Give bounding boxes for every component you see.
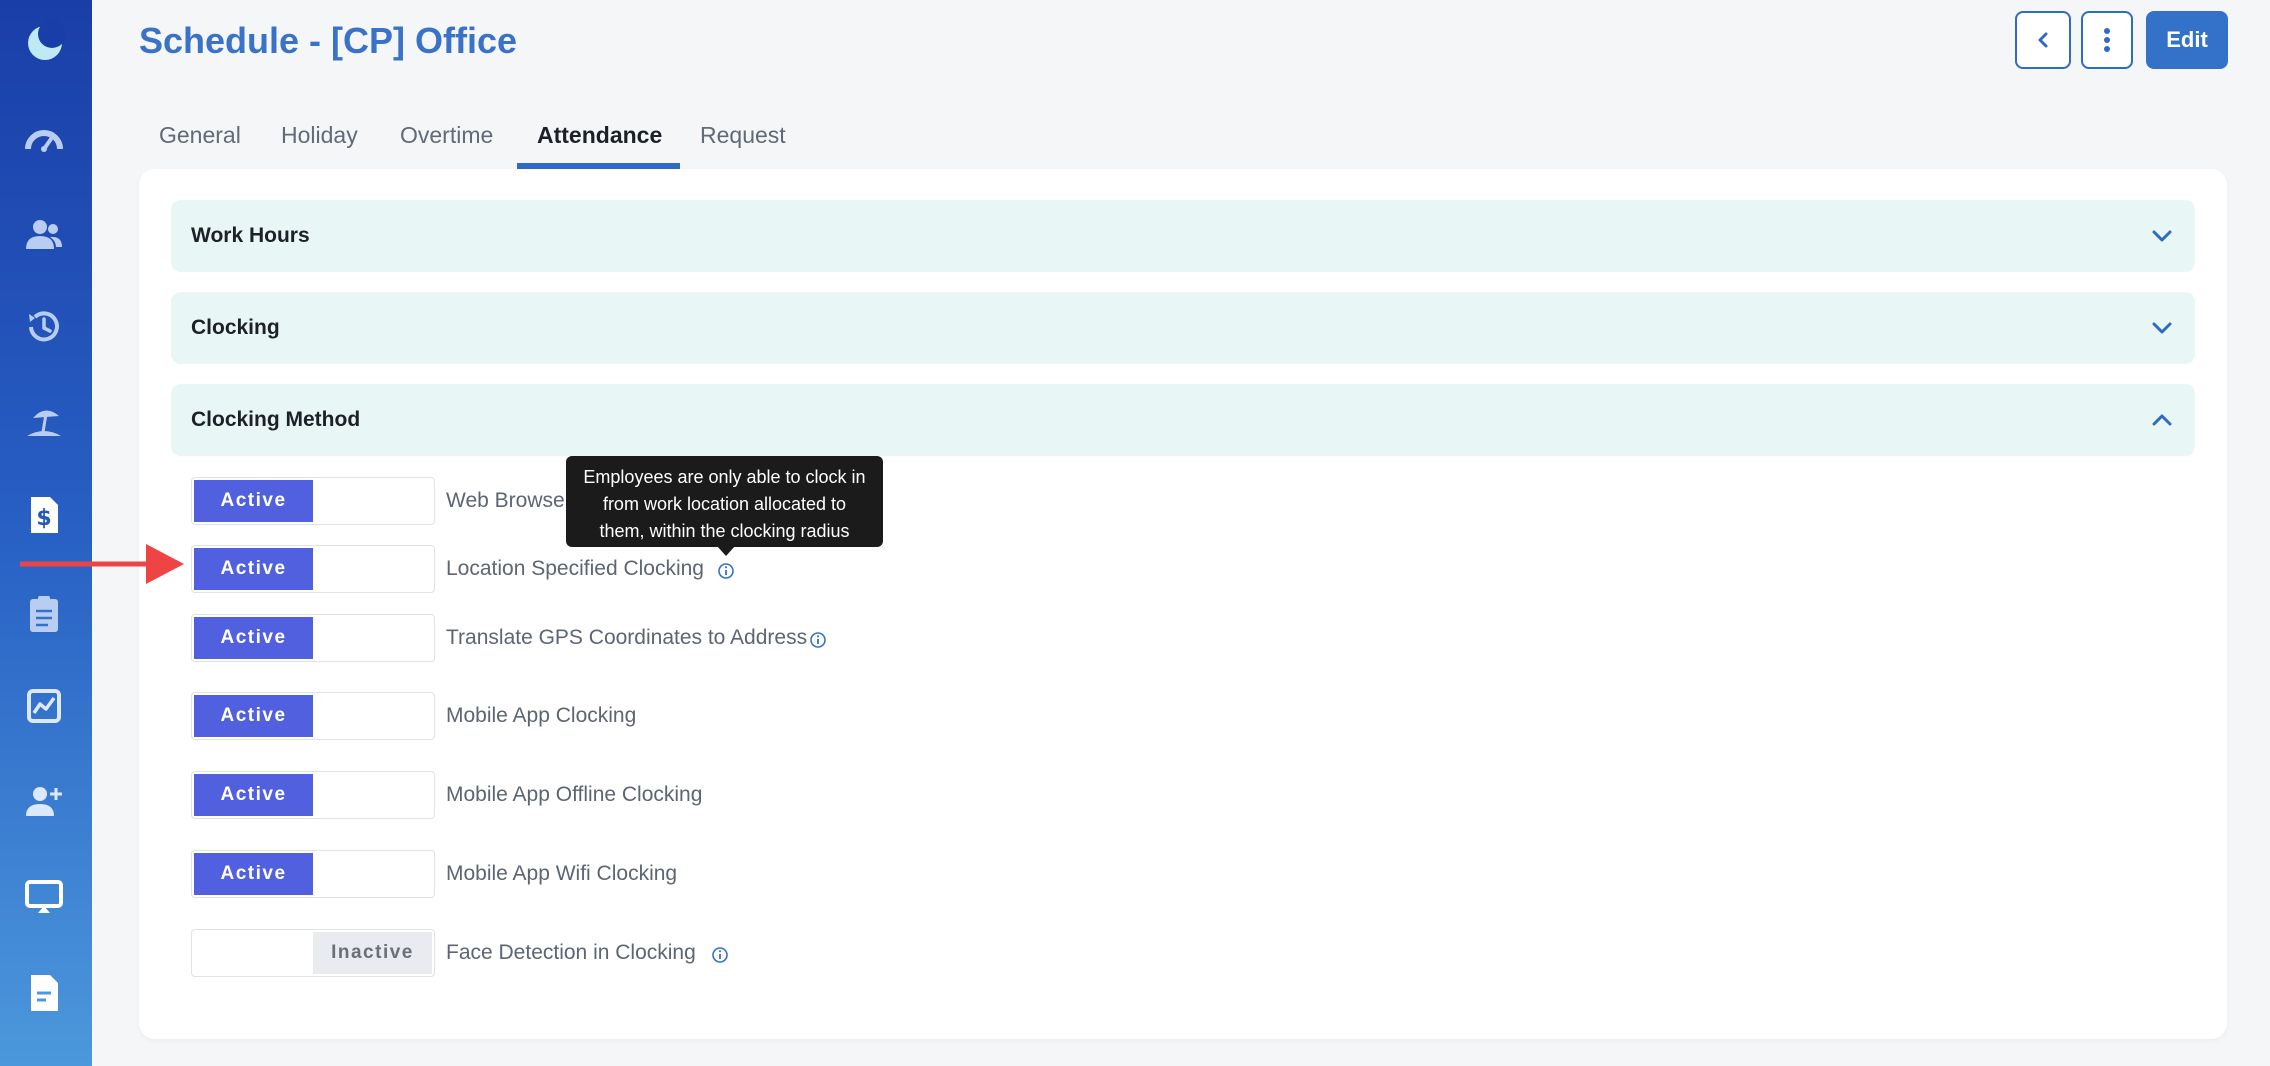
face-detection-label: Face Detection in Clocking xyxy=(446,941,696,964)
annotation-arrow-icon xyxy=(20,544,184,584)
toggle-mobile-app-clocking[interactable]: Active xyxy=(191,692,435,740)
tooltip-line: them, within the clocking radius xyxy=(599,521,850,541)
tooltip-line: Employees are only able to clock in xyxy=(583,467,866,487)
chevron-left-icon xyxy=(2038,32,2048,48)
section-work-hours[interactable]: Work Hours xyxy=(171,200,2195,272)
toggle-web-browser-clocking[interactable]: Active xyxy=(191,477,435,525)
toggle-state: Inactive xyxy=(313,932,432,974)
toggle-state: Active xyxy=(194,774,313,816)
info-tooltip: Employees are only able to clock in from… xyxy=(566,456,883,556)
section-title: Clocking xyxy=(191,316,280,339)
chevron-up-icon xyxy=(2152,414,2172,426)
tab-attendance[interactable]: Attendance xyxy=(537,122,662,149)
tasks-icon[interactable] xyxy=(21,591,67,637)
more-options-button[interactable] xyxy=(2081,11,2133,69)
reports-icon[interactable] xyxy=(21,683,67,729)
tab-overtime[interactable]: Overtime xyxy=(400,122,493,149)
section-title: Work Hours xyxy=(191,224,310,247)
back-button[interactable] xyxy=(2015,11,2071,69)
app-logo-icon[interactable] xyxy=(21,18,67,64)
svg-text:$: $ xyxy=(36,506,51,531)
toggle-face-detection[interactable]: Inactive xyxy=(191,929,435,977)
employees-icon[interactable] xyxy=(21,212,67,258)
dashboard-icon[interactable] xyxy=(21,117,67,163)
more-vertical-icon xyxy=(2104,28,2110,52)
add-user-icon[interactable] xyxy=(21,778,67,824)
documents-icon[interactable] xyxy=(21,970,67,1016)
toggle-translate-gps[interactable]: Active xyxy=(191,614,435,662)
chevron-down-icon xyxy=(2152,322,2172,334)
translate-gps-label: Translate GPS Coordinates to Address xyxy=(446,626,808,649)
toggle-state: Active xyxy=(194,853,313,895)
toggle-mobile-app-wifi-clocking[interactable]: Active xyxy=(191,850,435,898)
location-specified-clocking-label: Location Specified Clocking xyxy=(446,557,704,580)
edit-button[interactable]: Edit xyxy=(2146,11,2228,69)
tab-request[interactable]: Request xyxy=(700,122,786,149)
section-clocking[interactable]: Clocking xyxy=(171,292,2195,364)
info-icon[interactable] xyxy=(717,562,735,580)
tooltip-arrow xyxy=(717,546,735,556)
leave-icon[interactable] xyxy=(21,398,67,444)
chevron-down-icon xyxy=(2152,230,2172,242)
info-icon[interactable] xyxy=(809,631,827,649)
toggle-state: Active xyxy=(194,548,313,590)
mobile-app-clocking-label: Mobile App Clocking xyxy=(446,704,637,727)
mobile-app-wifi-clocking-label: Mobile App Wifi Clocking xyxy=(446,862,678,885)
toggle-state: Active xyxy=(194,480,313,522)
page-title: Schedule - [CP] Office xyxy=(139,20,518,61)
toggle-state: Active xyxy=(194,617,313,659)
section-title: Clocking Method xyxy=(191,408,361,431)
toggle-state: Active xyxy=(194,695,313,737)
tooltip-line: from work location allocated to xyxy=(602,494,847,514)
toggle-mobile-app-offline-clocking[interactable]: Active xyxy=(191,771,435,819)
tab-general[interactable]: General xyxy=(159,122,241,149)
mobile-app-offline-clocking-label: Mobile App Offline Clocking xyxy=(446,783,703,806)
toggle-location-specified-clocking[interactable]: Active xyxy=(191,545,435,593)
attendance-history-icon[interactable] xyxy=(21,304,67,350)
screen-icon[interactable] xyxy=(21,873,67,919)
payroll-icon[interactable]: $ xyxy=(21,492,67,538)
tab-holiday[interactable]: Holiday xyxy=(281,122,358,149)
info-icon[interactable] xyxy=(711,946,729,964)
section-clocking-method[interactable]: Clocking Method xyxy=(171,384,2195,456)
sidebar: $ xyxy=(0,0,92,1066)
